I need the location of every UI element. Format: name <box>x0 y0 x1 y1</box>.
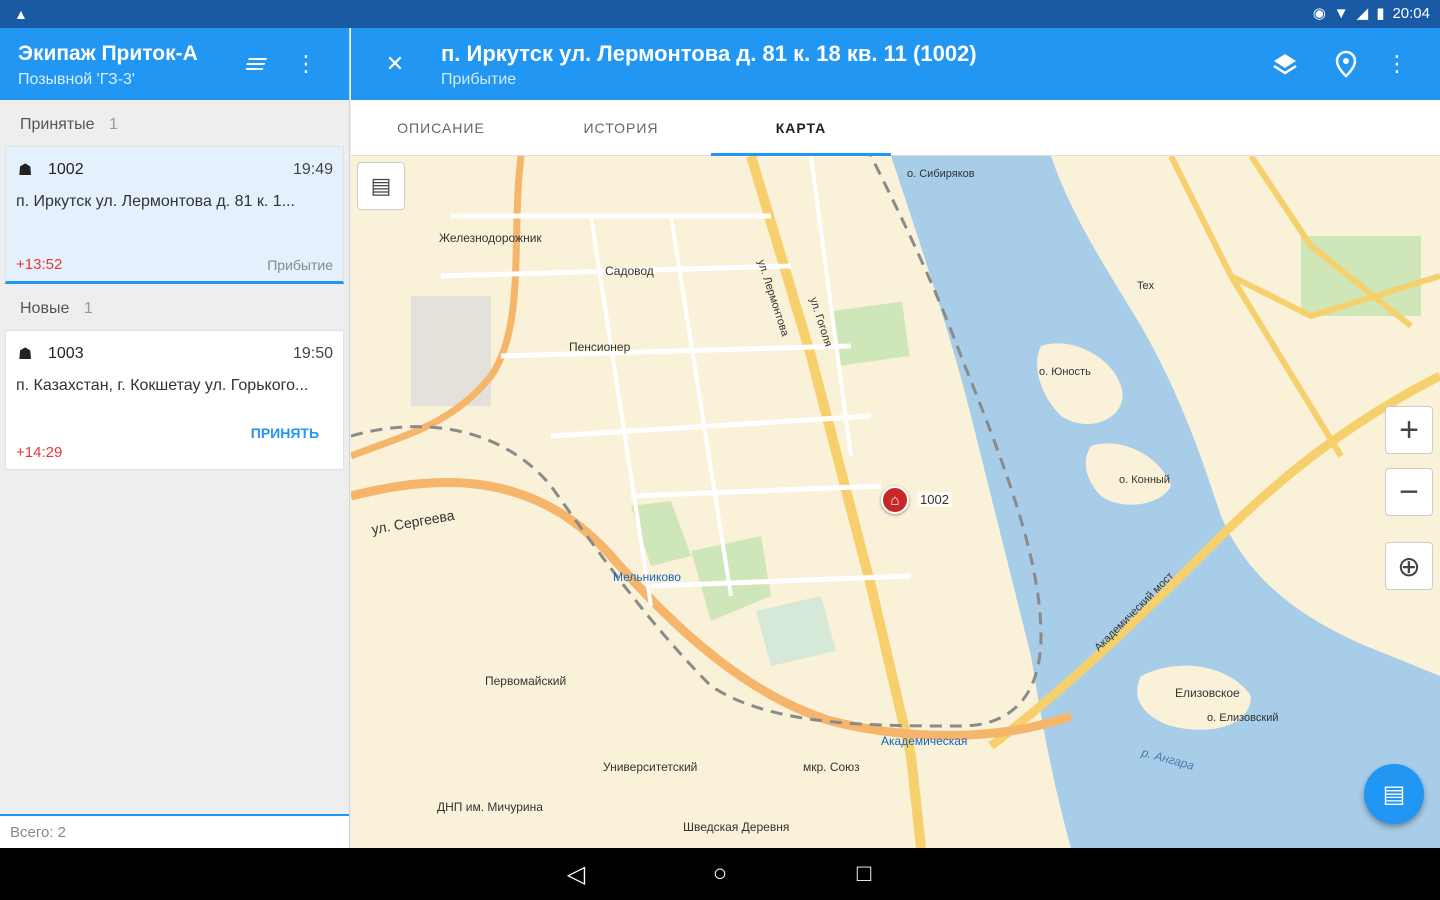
tab-description[interactable]: ОПИСАНИЕ <box>351 100 531 156</box>
home-icon: ☗ <box>18 162 33 179</box>
map-label-tex: Tex <box>1137 280 1155 292</box>
order-detail-header: ✕ п. Иркутск ул. Лермонтова д. 81 к. 18 … <box>351 28 1440 100</box>
map-label-shvedskaya: Шведская Деревня <box>683 820 790 834</box>
back-icon: ◁ <box>566 860 586 888</box>
map-view[interactable]: Железнодорожник Садовод Пенсионер ул. Се… <box>351 156 1440 848</box>
status-bar: ▲ ◉ ▼ ◢ ▮ 20:04 <box>0 0 1440 28</box>
order-address: п. Иркутск ул. Лермонтова д. 81 к. 1... <box>16 193 295 210</box>
order-status: Прибытие <box>267 257 333 273</box>
ruler-icon: ▤ <box>370 173 392 198</box>
status-right: ◉ ▼ ◢ ▮ 20:04 <box>1312 4 1430 23</box>
map-label-melnikovo: Мельниково <box>613 570 681 584</box>
minus-icon: − <box>1399 472 1419 511</box>
section-accepted: Принятые 1 <box>0 100 349 146</box>
map-label-soyuz: мкр. Союз <box>803 760 860 774</box>
plus-icon: + <box>1399 410 1419 449</box>
chat-fab-button[interactable]: ▤ <box>1364 764 1424 824</box>
map-label-sibiryakov: о. Сибиряков <box>907 168 975 180</box>
order-number: 1003 <box>48 345 84 362</box>
order-time: 19:49 <box>292 161 333 178</box>
crew-title: Экипаж Приток-А <box>18 42 198 65</box>
orders-pane: Экипаж Приток-А Позывной 'ГЗ-3' ⋮ Принят… <box>0 28 350 848</box>
map-label-sadovod: Садовод <box>605 264 654 278</box>
recents-icon: □ <box>856 860 872 887</box>
order-card-1002[interactable]: ☗ 1002 19:49 п. Иркутск ул. Лермонтова д… <box>5 146 344 284</box>
tab-history[interactable]: ИСТОРИЯ <box>531 100 711 156</box>
location-button[interactable] <box>1328 46 1364 82</box>
layers-button[interactable] <box>1267 46 1303 82</box>
crew-header: Экипаж Приток-А Позывной 'ГЗ-3' ⋮ <box>0 28 349 100</box>
park <box>1301 236 1421 316</box>
nav-back-button[interactable]: ◁ <box>562 860 590 888</box>
map-label-elizovskoe: Елизовское <box>1175 686 1240 700</box>
detail-tabs: ОПИСАНИЕ ИСТОРИЯ КАРТА <box>351 100 1440 156</box>
order-number: 1002 <box>48 161 84 178</box>
section-count: 1 <box>109 116 118 133</box>
more-vert-icon: ⋮ <box>295 51 317 76</box>
wifi-icon: ▼ <box>1333 4 1349 22</box>
home-icon: ☗ <box>18 346 33 363</box>
map-label-elizovsky-island: о. Елизовский <box>1207 712 1279 724</box>
order-delta: +13:52 <box>16 256 63 273</box>
map-label-zheleznodorozhnik: Железнодорожник <box>439 231 542 245</box>
accept-button[interactable]: ПРИНЯТЬ <box>251 425 319 441</box>
order-detail-title: п. Иркутск ул. Лермонтова д. 81 к. 18 кв… <box>441 41 977 66</box>
map-label-michurina: ДНП им. Мичурина <box>437 800 543 814</box>
system-nav-bar: ◁ ○ □ <box>0 848 1440 900</box>
layers-icon <box>1273 54 1297 75</box>
more-vert-button[interactable]: ⋮ <box>1379 46 1415 82</box>
tab-map[interactable]: КАРТА <box>711 100 891 156</box>
location-icon: ◉ <box>1312 5 1326 22</box>
battery-icon: ▮ <box>1376 5 1385 22</box>
park <box>832 301 910 366</box>
map-label-pensioner: Пенсионер <box>569 340 631 354</box>
crosshair-icon: ⊕ <box>1397 550 1421 582</box>
order-detail-status: Прибытие <box>441 71 517 88</box>
map-label-akademicheskaya: Академическая <box>881 734 968 748</box>
map-label-konny: о. Конный <box>1119 474 1170 486</box>
filter-icon <box>246 58 267 70</box>
section-label: Новые <box>20 300 70 317</box>
zoom-out-button[interactable]: − <box>1385 468 1433 516</box>
chat-icon: ▤ <box>1382 780 1406 808</box>
order-time: 19:50 <box>292 345 333 362</box>
android-icon: ▲ <box>14 6 28 22</box>
marker-label: 1002 <box>917 492 952 507</box>
location-pin-icon <box>1335 50 1357 78</box>
nav-recents-button[interactable]: □ <box>850 860 878 888</box>
more-vert-button[interactable]: ⋮ <box>288 46 324 82</box>
signal-icon: ◢ <box>1356 5 1369 22</box>
map-label-universitetsky: Университетский <box>603 760 698 774</box>
close-icon: ✕ <box>385 51 405 76</box>
section-label: Принятые <box>20 116 95 133</box>
order-card-1003[interactable]: ☗ 1003 19:50 п. Казахстан, г. Кокшетау у… <box>5 330 344 470</box>
map-label-yunost: о. Юность <box>1039 366 1091 378</box>
filter-button[interactable] <box>240 46 276 82</box>
map-mode-button[interactable]: ▤ <box>357 162 405 210</box>
home-circle-icon: ○ <box>712 860 728 887</box>
order-home-marker[interactable]: ⌂ <box>881 486 909 514</box>
home-icon: ⌂ <box>890 491 900 509</box>
my-location-button[interactable]: ⊕ <box>1385 542 1433 590</box>
crew-callsign: Позывной 'ГЗ-3' <box>18 71 135 88</box>
park <box>691 536 771 621</box>
zoom-in-button[interactable]: + <box>1385 406 1433 454</box>
orders-total: Всего: 2 <box>0 814 349 848</box>
road-street <box>589 156 853 607</box>
close-button[interactable]: ✕ <box>377 46 413 82</box>
more-vert-icon: ⋮ <box>1386 51 1408 76</box>
section-new: Новые 1 <box>0 284 349 330</box>
order-delta: +14:29 <box>16 444 63 461</box>
order-address: п. Казахстан, г. Кокшетау ул. Горького..… <box>16 377 309 394</box>
park <box>756 596 836 666</box>
status-time: 20:04 <box>1392 4 1430 22</box>
section-count: 1 <box>83 300 93 317</box>
nav-home-button[interactable]: ○ <box>706 860 734 888</box>
map-label-pervomaisky: Первомайский <box>485 674 567 688</box>
